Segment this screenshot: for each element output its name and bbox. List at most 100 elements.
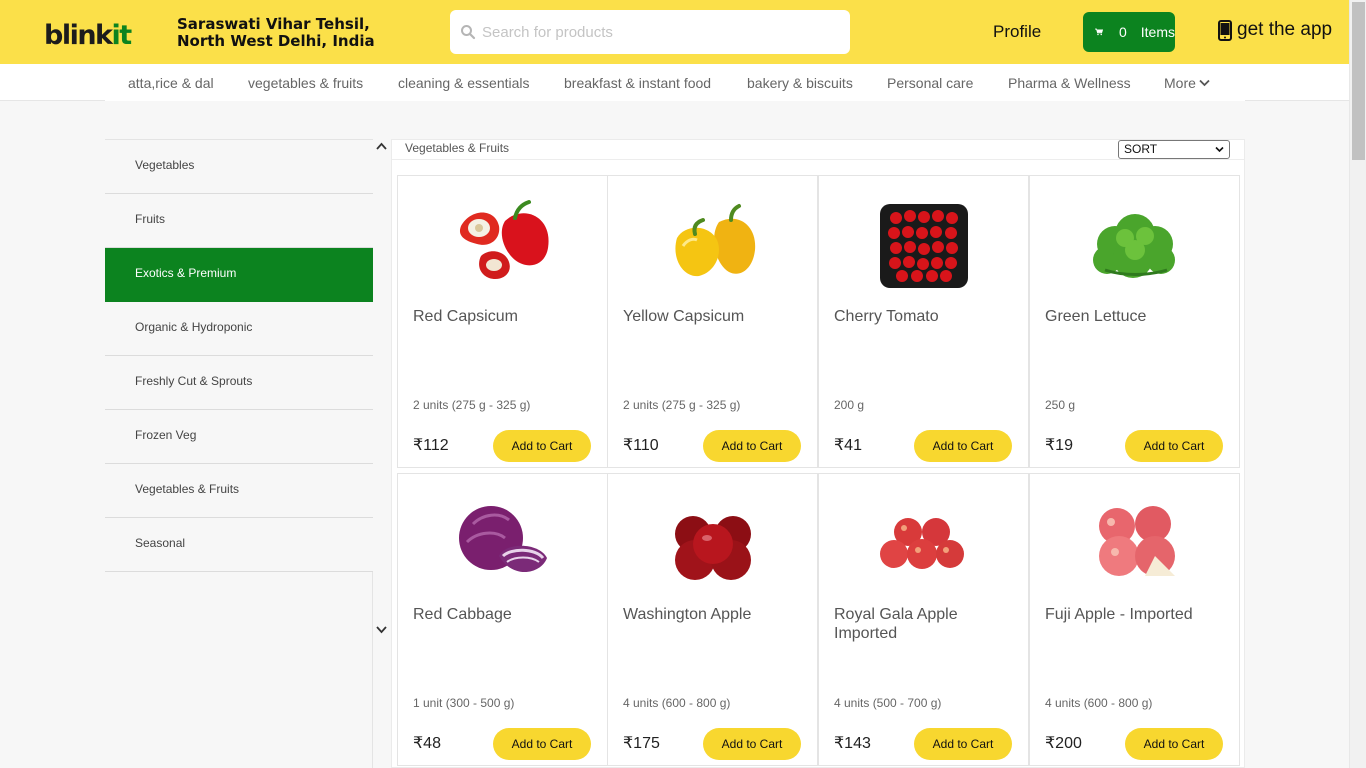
product-quantity: 4 units (600 - 800 g) — [1045, 696, 1153, 710]
sort-label: SORT — [1124, 142, 1158, 156]
category-nav: atta,rice & dal vegetables & fruits clea… — [0, 64, 1349, 101]
product-name[interactable]: Red Capsicum — [413, 307, 598, 326]
product-quantity: 200 g — [834, 398, 865, 412]
product-price: ₹41 — [834, 437, 862, 454]
product-quantity: 4 units (600 - 800 g) — [623, 696, 731, 710]
add-to-cart-button[interactable]: Add to Cart — [703, 728, 801, 760]
product-image[interactable] — [864, 484, 984, 604]
category-sidebar: Vegetables Fruits Exotics & Premium Orga… — [105, 139, 373, 768]
search-icon — [461, 25, 476, 40]
sidebar-item-exotics-premium[interactable]: Exotics & Premium — [105, 248, 373, 302]
product-name[interactable]: Cherry Tomato — [834, 307, 1019, 326]
add-to-cart-button[interactable]: Add to Cart — [1125, 728, 1223, 760]
nav-item-atta-rice-dal[interactable]: atta,rice & dal — [128, 75, 214, 91]
get-app-link[interactable]: get the app — [1218, 19, 1332, 41]
sidebar-item-vegetables-fruits[interactable]: Vegetables & Fruits — [105, 464, 373, 518]
breadcrumb: Vegetables & Fruits — [405, 141, 510, 155]
page-scrollbar[interactable] — [1349, 0, 1366, 768]
washington-apple-icon — [675, 516, 751, 580]
sidebar-item-organic-hydroponic[interactable]: Organic & Hydroponic — [105, 302, 373, 356]
product-image[interactable] — [1075, 484, 1195, 604]
cart-icon — [1095, 28, 1103, 36]
add-to-cart-button[interactable]: Add to Cart — [914, 430, 1012, 462]
delivery-location[interactable]: Saraswati Vihar Tehsil, North West Delhi… — [177, 16, 375, 50]
product-image[interactable] — [443, 484, 563, 604]
search-box[interactable] — [450, 10, 850, 54]
product-image[interactable] — [653, 484, 773, 604]
product-name[interactable]: Red Cabbage — [413, 605, 598, 624]
divider — [392, 159, 1244, 160]
sort-select[interactable]: SORT — [1118, 140, 1230, 159]
sidebar-item-frozen-veg[interactable]: Frozen Veg — [105, 410, 373, 464]
product-card[interactable]: Green Lettuce 250 g ₹19 Add to Cart — [1029, 175, 1240, 468]
chevron-down-icon — [1215, 146, 1224, 153]
nav-item-bakery-biscuits[interactable]: bakery & biscuits — [747, 75, 853, 91]
location-line-2: North West Delhi, India — [177, 32, 375, 50]
logo-text-it: it — [111, 20, 133, 51]
red-cabbage-icon — [459, 506, 547, 573]
chevron-up-icon[interactable] — [376, 142, 387, 151]
cart-count: 0 — [1118, 24, 1127, 40]
nav-item-vegetables-fruits[interactable]: vegetables & fruits — [248, 75, 363, 91]
product-image[interactable] — [1075, 186, 1195, 306]
add-to-cart-button[interactable]: Add to Cart — [493, 430, 591, 462]
product-quantity: 2 units (275 g - 325 g) — [623, 398, 741, 412]
category-nav-inner: atta,rice & dal vegetables & fruits clea… — [105, 64, 1245, 101]
sidebar-scrollbar[interactable] — [373, 139, 390, 641]
sidebar-item-freshly-cut-sprouts[interactable]: Freshly Cut & Sprouts — [105, 356, 373, 410]
yellow-capsicum-icon — [675, 204, 756, 277]
product-name[interactable]: Yellow Capsicum — [623, 307, 808, 326]
sidebar-item-seasonal[interactable]: Seasonal — [105, 518, 373, 572]
green-lettuce-icon — [1093, 214, 1175, 278]
product-price: ₹143 — [834, 735, 871, 752]
mobile-phone-icon — [1218, 19, 1232, 41]
sidebar-item-fruits[interactable]: Fruits — [105, 194, 373, 248]
search-input[interactable] — [482, 10, 842, 54]
product-image[interactable] — [443, 186, 563, 306]
product-price: ₹200 — [1045, 735, 1082, 752]
nav-item-breakfast-instant-food[interactable]: breakfast & instant food — [564, 75, 711, 91]
product-card[interactable]: Royal Gala Apple Imported 4 units (500 -… — [818, 473, 1029, 766]
product-card[interactable]: Red Cabbage 1 unit (300 - 500 g) ₹48 Add… — [397, 473, 608, 766]
nav-item-personal-care[interactable]: Personal care — [887, 75, 973, 91]
add-to-cart-button[interactable]: Add to Cart — [914, 728, 1012, 760]
add-to-cart-button[interactable]: Add to Cart — [1125, 430, 1223, 462]
product-card[interactable]: Red Capsicum 2 units (275 g - 325 g) ₹11… — [397, 175, 608, 468]
product-name[interactable]: Fuji Apple - Imported — [1045, 605, 1230, 624]
product-quantity: 1 unit (300 - 500 g) — [413, 696, 515, 710]
product-quantity: 250 g — [1045, 398, 1076, 412]
product-card[interactable]: Washington Apple 4 units (600 - 800 g) ₹… — [607, 473, 818, 766]
location-line-1: Saraswati Vihar Tehsil, — [177, 15, 370, 33]
red-capsicum-icon — [459, 200, 549, 280]
cart-button[interactable]: 0 Items — [1083, 12, 1175, 52]
product-name[interactable]: Green Lettuce — [1045, 307, 1230, 326]
blinkit-logo[interactable]: blinkit — [44, 18, 133, 54]
nav-more-dropdown[interactable]: More — [1164, 75, 1210, 91]
product-card[interactable]: Fuji Apple - Imported 4 units (600 - 800… — [1029, 473, 1240, 766]
get-app-label: get the app — [1237, 19, 1333, 40]
product-name[interactable]: Washington Apple — [623, 605, 808, 624]
product-price: ₹19 — [1045, 437, 1073, 454]
nav-item-cleaning-essentials[interactable]: cleaning & essentials — [398, 75, 530, 91]
product-quantity: 4 units (500 - 700 g) — [834, 696, 942, 710]
add-to-cart-button[interactable]: Add to Cart — [493, 728, 591, 760]
cherry-tomato-icon — [880, 204, 968, 288]
profile-link[interactable]: Profile — [993, 22, 1041, 42]
product-card[interactable]: Cherry Tomato 200 g ₹41 Add to Cart — [818, 175, 1029, 468]
product-price: ₹48 — [413, 735, 441, 752]
product-name[interactable]: Royal Gala Apple Imported — [834, 605, 1019, 643]
product-card[interactable]: Yellow Capsicum 2 units (275 g - 325 g) … — [607, 175, 818, 468]
sidebar-item-vegetables[interactable]: Vegetables — [105, 140, 373, 194]
scrollbar-thumb[interactable] — [1352, 2, 1365, 160]
cart-items-label: Items — [1140, 24, 1175, 40]
header: blinkit Saraswati Vihar Tehsil, North We… — [0, 0, 1349, 64]
product-image[interactable] — [653, 186, 773, 306]
product-price: ₹110 — [623, 437, 659, 454]
product-image[interactable] — [864, 186, 984, 306]
add-to-cart-button[interactable]: Add to Cart — [703, 430, 801, 462]
fuji-apple-icon — [1099, 506, 1175, 576]
product-listing: Vegetables & Fruits SORT Red Capsicum 2 … — [391, 139, 1245, 768]
chevron-down-icon[interactable] — [376, 625, 387, 634]
nav-item-pharma-wellness[interactable]: Pharma & Wellness — [1008, 75, 1131, 91]
product-price: ₹112 — [413, 437, 449, 454]
